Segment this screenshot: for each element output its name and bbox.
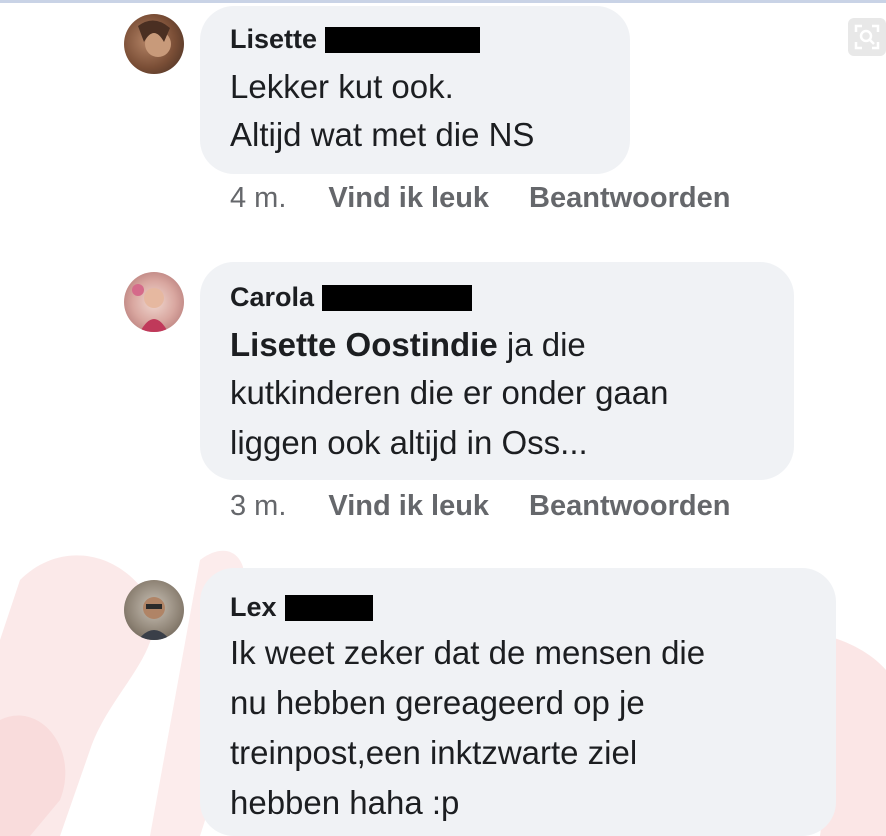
comment-text-line: nu hebben gereageerd op je — [230, 684, 645, 721]
like-button[interactable]: Vind ik leuk — [328, 182, 489, 215]
avatar[interactable] — [124, 14, 184, 74]
comment-text-line: treinpost,een inktzwarte ziel — [230, 734, 638, 771]
comment-text-line: liggen ook altijd in Oss... — [230, 424, 588, 461]
avatar[interactable] — [124, 580, 184, 640]
author-name[interactable]: Carola — [230, 282, 314, 313]
redaction-bar — [325, 26, 481, 53]
author-name[interactable]: Lex — [230, 592, 277, 623]
author-name[interactable]: Lisette — [230, 24, 317, 55]
reply-button[interactable]: Beantwoorden — [529, 182, 730, 215]
top-border — [0, 0, 886, 3]
comment-text: ja die — [497, 326, 586, 363]
comment-timestamp[interactable]: 3 m. — [230, 490, 286, 523]
comment-author[interactable]: Lisette — [230, 24, 481, 55]
comment-text-line: hebben haha :p — [230, 784, 460, 821]
comment-text-line: Altijd wat met die NS — [230, 116, 535, 153]
comment-text-line: Lisette Oostindie ja die — [230, 326, 586, 364]
redaction-bar — [284, 594, 373, 621]
comment-text-line: Ik weet zeker dat de mensen die — [230, 634, 706, 671]
expand-icon[interactable] — [848, 18, 886, 56]
comment-actions: 4 m. Vind ik leuk Beantwoorden — [230, 182, 730, 215]
reply-button[interactable]: Beantwoorden — [529, 490, 730, 523]
comment-actions: 3 m. Vind ik leuk Beantwoorden — [230, 490, 730, 523]
avatar[interactable] — [124, 272, 184, 332]
comment-timestamp[interactable]: 4 m. — [230, 182, 286, 215]
comment-author[interactable]: Lex — [230, 592, 373, 623]
mention-link[interactable]: Lisette Oostindie — [230, 326, 498, 363]
redaction-bar — [322, 284, 473, 311]
comment-author[interactable]: Carola — [230, 282, 473, 313]
comment-text-line: kutkinderen die er onder gaan — [230, 374, 669, 411]
comment-text-line: Lekker kut ook. — [230, 68, 454, 105]
like-button[interactable]: Vind ik leuk — [328, 490, 489, 523]
